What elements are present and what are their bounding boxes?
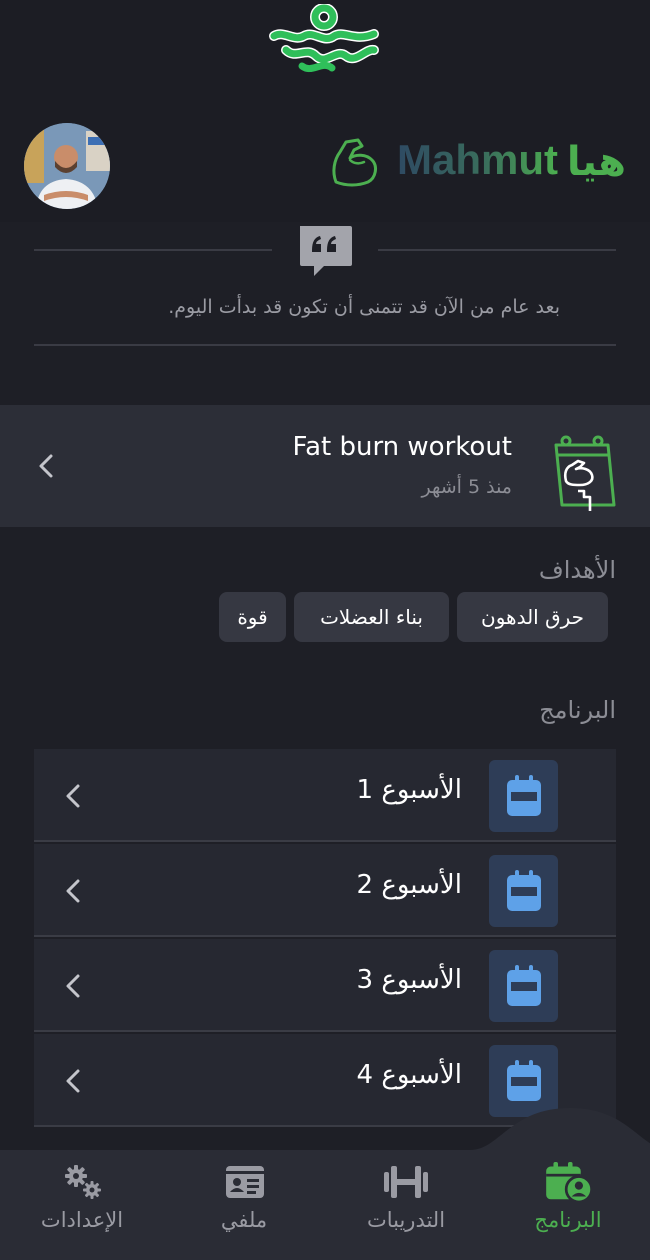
dumbbell-icon bbox=[384, 1166, 428, 1198]
user-name: Mahmut bbox=[397, 136, 558, 183]
greeting-text: هيا bbox=[566, 139, 626, 185]
chevron-left-icon bbox=[66, 1069, 80, 1093]
chevron-left-icon bbox=[66, 879, 80, 903]
week-row[interactable]: الأسبوع 1 bbox=[34, 749, 616, 842]
goal-chip-fat-burn[interactable]: حرق الدهون bbox=[457, 592, 608, 642]
tab-program-label: البرنامج bbox=[534, 1208, 602, 1232]
quote-divider-right bbox=[378, 249, 616, 251]
calendar-icon bbox=[489, 760, 558, 832]
tab-profile[interactable]: ملفي bbox=[174, 1162, 314, 1252]
app-logo bbox=[269, 4, 379, 73]
goal-chip-strength[interactable]: قوة bbox=[219, 592, 286, 642]
quote-icon bbox=[300, 226, 352, 276]
calendar-icon bbox=[489, 1045, 558, 1117]
calendar-user-icon bbox=[546, 1162, 593, 1202]
week-label: الأسبوع 3 bbox=[356, 965, 462, 995]
avatar-photo bbox=[24, 123, 110, 209]
gears-icon bbox=[65, 1165, 101, 1199]
tab-program[interactable]: البرنامج bbox=[498, 1162, 638, 1252]
id-card-icon bbox=[226, 1166, 264, 1198]
chevron-left-icon bbox=[66, 784, 80, 808]
quote-divider-bottom bbox=[34, 344, 616, 346]
avatar[interactable] bbox=[24, 123, 110, 209]
week-row[interactable]: الأسبوع 3 bbox=[34, 939, 616, 1032]
goals-title: الأهداف bbox=[538, 556, 616, 584]
week-label: الأسبوع 2 bbox=[356, 870, 462, 900]
week-label: الأسبوع 4 bbox=[356, 1060, 462, 1090]
tab-settings[interactable]: الإعدادات bbox=[12, 1162, 152, 1252]
workout-calendar-icon bbox=[554, 435, 616, 511]
week-label: الأسبوع 1 bbox=[356, 775, 462, 805]
week-row[interactable]: الأسبوع 2 bbox=[34, 844, 616, 937]
calendar-icon bbox=[489, 855, 558, 927]
chevron-left-icon bbox=[66, 974, 80, 998]
tab-profile-label: ملفي bbox=[220, 1208, 268, 1232]
tab-settings-label: الإعدادات bbox=[40, 1208, 124, 1232]
program-section-title: البرنامج bbox=[539, 696, 616, 724]
tab-workouts[interactable]: التدريبات bbox=[336, 1162, 476, 1252]
chevron-left-icon[interactable] bbox=[34, 452, 58, 480]
program-started-ago: منذ 5 أشهر bbox=[421, 476, 512, 498]
flexed-bicep-icon bbox=[332, 138, 377, 187]
goal-chip-muscle-building[interactable]: بناء العضلات bbox=[294, 592, 449, 642]
program-title: Fat burn workout bbox=[292, 432, 513, 462]
tab-workouts-label: التدريبات bbox=[366, 1208, 446, 1232]
calendar-icon bbox=[489, 950, 558, 1022]
quote-divider-left bbox=[34, 249, 272, 251]
motivational-quote: بعد عام من الآن قد تتمنى أن تكون قد بدأت… bbox=[168, 296, 560, 318]
